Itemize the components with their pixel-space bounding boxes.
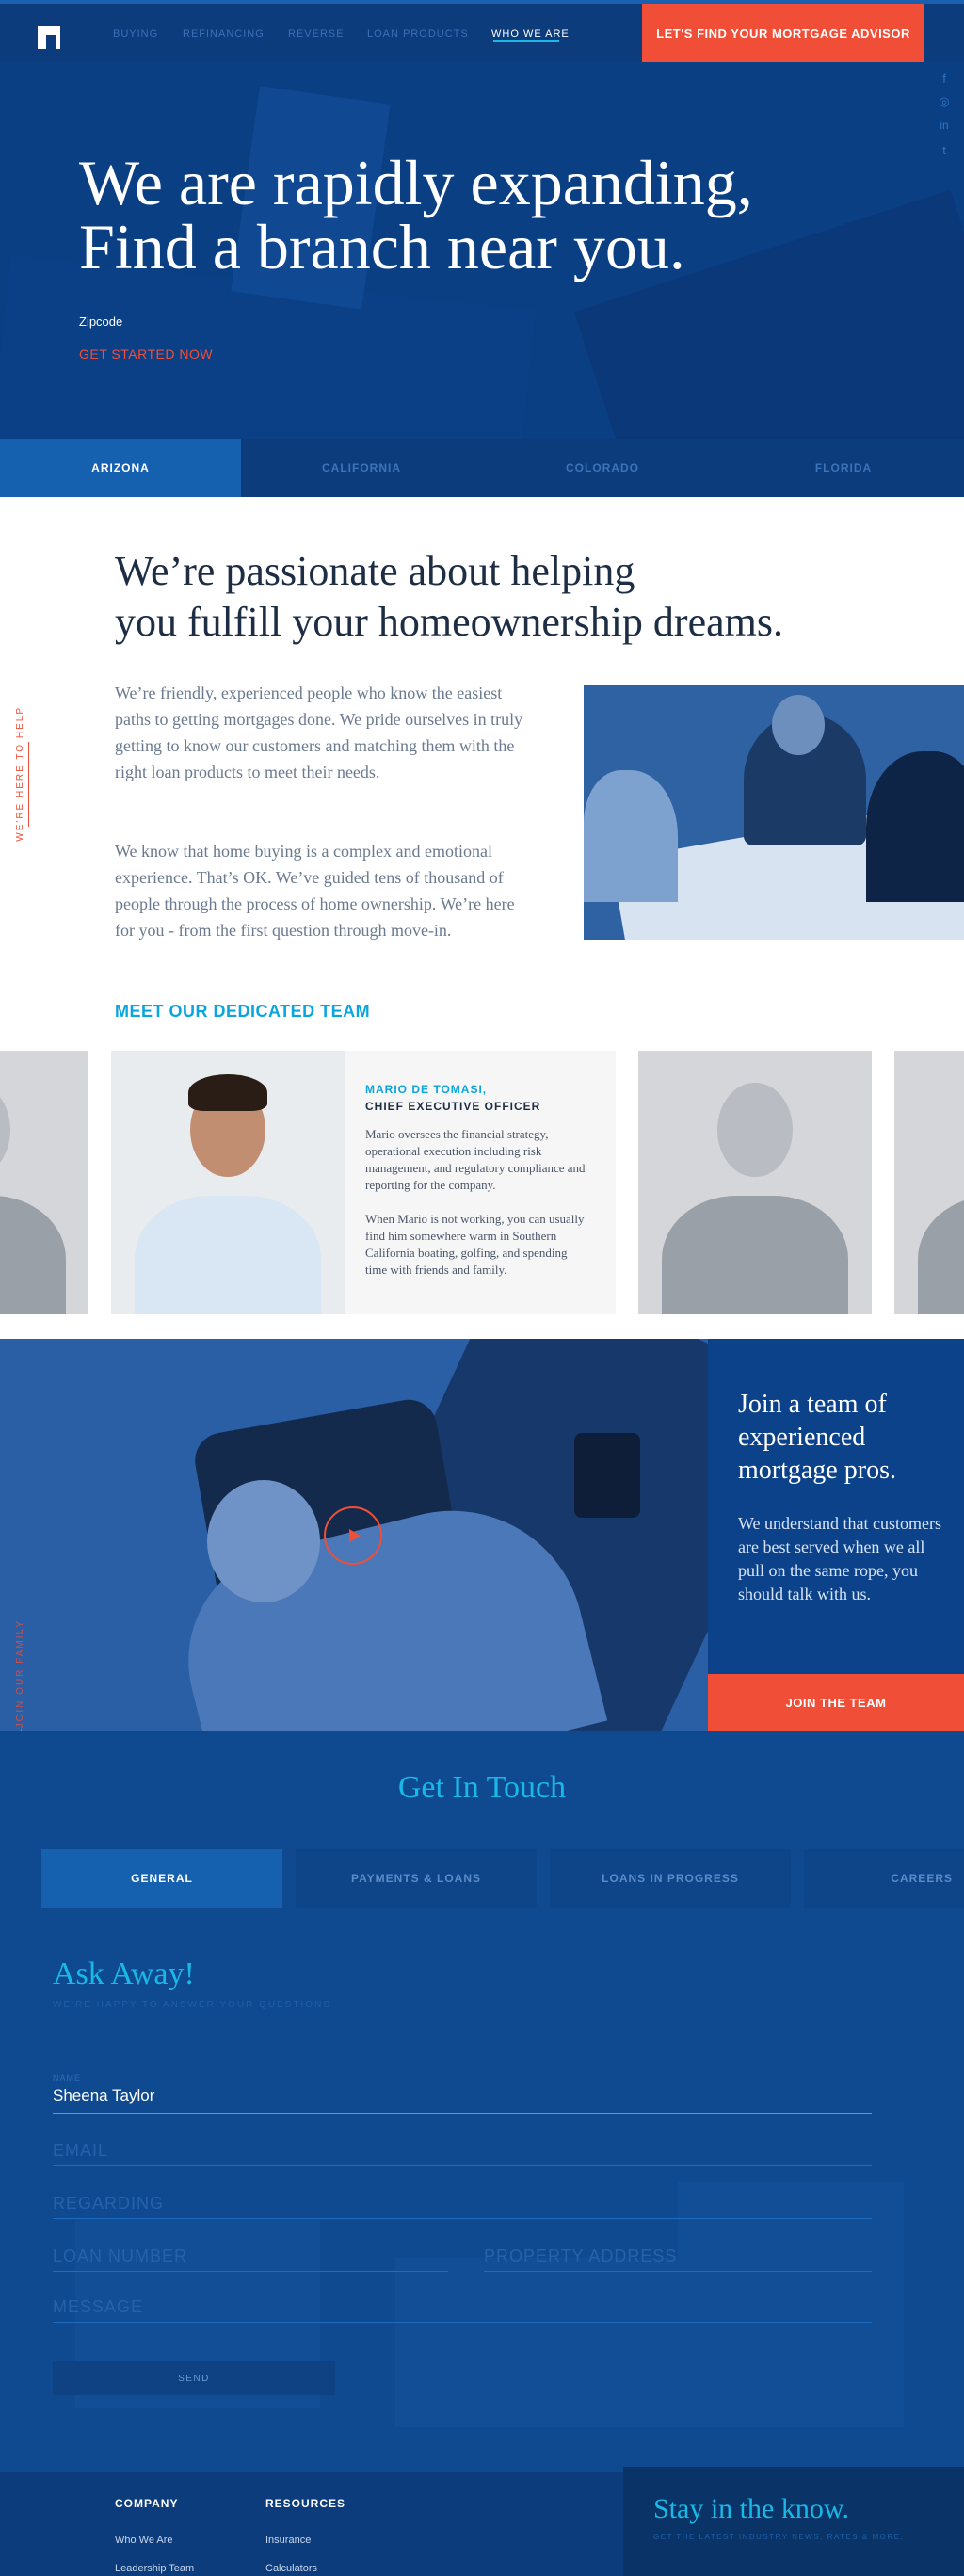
name-label: NAME xyxy=(53,2073,82,2083)
tab-arizona[interactable]: ARIZONA xyxy=(0,439,241,497)
photo-person xyxy=(584,770,678,902)
member-bio: When Mario is not working, you can usual… xyxy=(365,1212,585,1277)
section-title-line: We’re passionate about helping xyxy=(115,548,635,594)
footer-link-calculators[interactable]: Calculators xyxy=(265,2563,317,2574)
email-field[interactable]: EMAIL xyxy=(53,2141,108,2161)
team-member-card[interactable] xyxy=(0,1051,88,1314)
section-title: We’re passionate about helping you fulfi… xyxy=(115,546,868,648)
tab-colorado[interactable]: COLORADO xyxy=(482,439,723,497)
get-started-link[interactable]: GET STARTED NOW xyxy=(79,346,213,362)
facebook-icon[interactable]: f xyxy=(938,72,951,86)
intro-paragraph: We know that home buying is a complex an… xyxy=(115,842,515,940)
photo-person xyxy=(866,751,964,902)
contact-title: Get In Touch xyxy=(397,1770,567,1805)
side-accent-line xyxy=(28,742,29,827)
intro-paragraph: We’re friendly, experienced people who k… xyxy=(115,684,523,781)
send-button[interactable]: SEND xyxy=(53,2361,335,2395)
find-advisor-button[interactable]: LET'S FIND YOUR MORTGAGE ADVISOR xyxy=(642,4,924,62)
loan-number-field[interactable]: LOAN NUMBER xyxy=(53,2246,187,2266)
nav-refinancing[interactable]: REFINANCING xyxy=(183,28,265,40)
tab-florida[interactable]: FLORIDA xyxy=(723,439,964,497)
form-subtitle: WE'RE HAPPY TO ANSWER YOUR QUESTIONS xyxy=(53,2000,331,2010)
property-address-field[interactable]: PROPERTY ADDRESS xyxy=(484,2246,677,2266)
play-icon[interactable] xyxy=(324,1506,382,1565)
newsletter-subtitle: GET THE LATEST INDUSTRY NEWS, RATES & MO… xyxy=(653,2533,905,2541)
footer-link-leadership[interactable]: Leadership Team xyxy=(115,2563,194,2574)
video-person-head xyxy=(207,1480,320,1602)
tab-payments-loans[interactable]: PAYMENTS & LOANS xyxy=(296,1849,537,1908)
logo[interactable] xyxy=(38,26,60,49)
join-team-button[interactable]: JOIN THE TEAM xyxy=(708,1674,964,1731)
hero-title-line: Find a branch near you. xyxy=(79,211,685,282)
member-portrait xyxy=(0,1051,88,1314)
footer-resources-heading: RESOURCES xyxy=(265,2497,346,2510)
nav-loan-products[interactable]: LOAN PRODUCTS xyxy=(367,28,469,40)
linkedin-icon[interactable]: in xyxy=(938,119,951,132)
member-bio: Mario oversees the financial strategy, o… xyxy=(365,1127,586,1192)
name-field[interactable]: Sheena Taylor xyxy=(53,2086,154,2105)
zipcode-input[interactable]: Zipcode xyxy=(79,314,122,329)
message-field[interactable]: MESSAGE xyxy=(53,2297,143,2317)
newsletter-title: Stay in the know. xyxy=(653,2493,850,2524)
side-label-family: JOIN OUR FAMILY xyxy=(15,1619,25,1729)
tab-california[interactable]: CALIFORNIA xyxy=(241,439,482,497)
state-tabs: ARIZONA CALIFORNIA COLORADO FLORIDA xyxy=(0,439,964,497)
footer-link-who-we-are[interactable]: Who We Are xyxy=(115,2535,173,2546)
footer-link-insurance[interactable]: Insurance xyxy=(265,2535,311,2546)
tab-loans-in-progress[interactable]: LOANS IN PROGRESS xyxy=(550,1849,791,1908)
team-member-card[interactable] xyxy=(894,1051,964,1314)
team-meeting-photo xyxy=(584,685,964,940)
instagram-icon[interactable]: ◎ xyxy=(938,94,951,109)
tab-general[interactable]: GENERAL xyxy=(41,1849,282,1908)
join-title: Join a team of experienced mortgage pros… xyxy=(738,1390,896,1485)
member-portrait xyxy=(638,1051,872,1314)
twitter-icon[interactable]: t xyxy=(938,143,951,157)
join-text: We understand that customers are best se… xyxy=(738,1514,941,1603)
meet-team-heading[interactable]: MEET OUR DEDICATED TEAM xyxy=(115,1002,370,1022)
nav-who-we-are[interactable]: WHO WE ARE xyxy=(491,28,570,40)
tab-careers[interactable]: CAREERS xyxy=(804,1849,964,1908)
nav-reverse[interactable]: REVERSE xyxy=(288,28,345,40)
member-portrait xyxy=(111,1051,345,1314)
hero-title: We are rapidly expanding, Find a branch … xyxy=(79,151,832,279)
nav-active-underline xyxy=(493,40,559,42)
photo-person-head xyxy=(772,695,825,755)
member-portrait xyxy=(894,1051,964,1314)
member-role: CHIEF EXECUTIVE OFFICER xyxy=(365,1100,541,1113)
team-member-card[interactable] xyxy=(638,1051,872,1314)
footer-company-heading: COMPANY xyxy=(115,2497,179,2510)
hero-title-line: We are rapidly expanding, xyxy=(79,147,753,218)
section-title-line: you fulfill your homeownership dreams. xyxy=(115,599,783,645)
member-name: MARIO DE TOMASI, xyxy=(365,1083,488,1096)
nav-buying[interactable]: BUYING xyxy=(113,28,158,40)
video-device xyxy=(574,1433,640,1518)
form-title: Ask Away! xyxy=(53,1956,195,1991)
name-underline xyxy=(53,2113,872,2114)
side-label-help: WE'RE HERE TO HELP xyxy=(15,706,25,842)
regarding-field[interactable]: REGARDING xyxy=(53,2194,164,2214)
